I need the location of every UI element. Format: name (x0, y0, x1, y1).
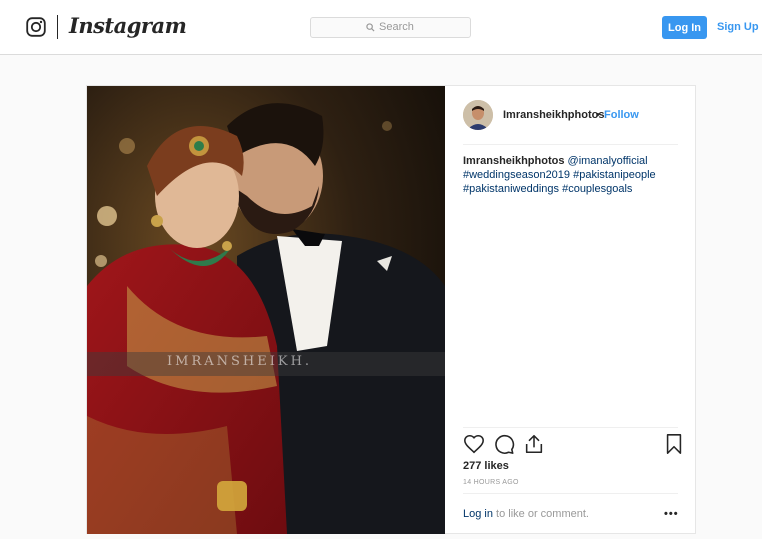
follow-button[interactable]: Follow (604, 109, 639, 121)
divider (463, 144, 678, 145)
more-options-icon[interactable]: ••• (664, 508, 679, 520)
avatar[interactable] (463, 100, 493, 130)
comment-prompt-text: to like or comment. (492, 508, 589, 520)
post-actions (463, 433, 683, 457)
hashtag[interactable]: #pakistanipeople (573, 169, 656, 181)
signup-link[interactable]: Sign Up (717, 21, 759, 33)
search-box[interactable] (310, 17, 471, 38)
post-sidebar: Imransheikhphotos • Follow Imransheikhph… (445, 86, 696, 534)
hashtag[interactable]: #weddingseason2019 (463, 169, 570, 181)
heart-icon[interactable] (463, 433, 485, 455)
instagram-wordmark[interactable]: Instagram (69, 13, 187, 38)
login-link[interactable]: Log in (463, 508, 493, 520)
divider (463, 427, 678, 428)
post-photo[interactable]: IMRANSHEIKH. (87, 86, 445, 534)
wedding-photo-illustration (87, 86, 445, 534)
like-count[interactable]: 277 likes (463, 460, 509, 472)
caption-username[interactable]: Imransheikhphotos (463, 155, 564, 167)
caption-mention[interactable]: @imanalyofficial (568, 155, 648, 167)
hashtag[interactable]: #pakistaniweddings (463, 183, 559, 195)
top-navigation: Instagram Log In Sign Up (0, 0, 762, 55)
hashtag[interactable]: #couplesgoals (562, 183, 632, 195)
post-author-username[interactable]: Imransheikhphotos (503, 109, 604, 121)
comment-icon[interactable] (493, 433, 515, 455)
photo-watermark: IMRANSHEIKH. (167, 354, 313, 369)
bookmark-icon[interactable] (663, 433, 685, 455)
share-icon[interactable] (523, 433, 545, 455)
post-timestamp[interactable]: 14 HOURS AGO (463, 479, 519, 486)
post-header: Imransheikhphotos • Follow (445, 86, 696, 144)
post-card: IMRANSHEIKH. Imransheikhphotos • Follow … (86, 85, 696, 534)
logo-divider (57, 15, 58, 39)
login-button[interactable]: Log In (662, 16, 707, 39)
photo-watermark-band: IMRANSHEIKH. (87, 352, 445, 376)
search-input[interactable] (379, 21, 439, 33)
post-caption: Imransheikhphotos @imanalyofficial #wedd… (463, 154, 678, 196)
separator-dot: • (596, 109, 600, 121)
divider (463, 493, 678, 494)
instagram-camera-icon[interactable] (26, 17, 46, 37)
search-icon (366, 22, 375, 32)
comment-prompt: Log in to like or comment. (463, 508, 589, 520)
